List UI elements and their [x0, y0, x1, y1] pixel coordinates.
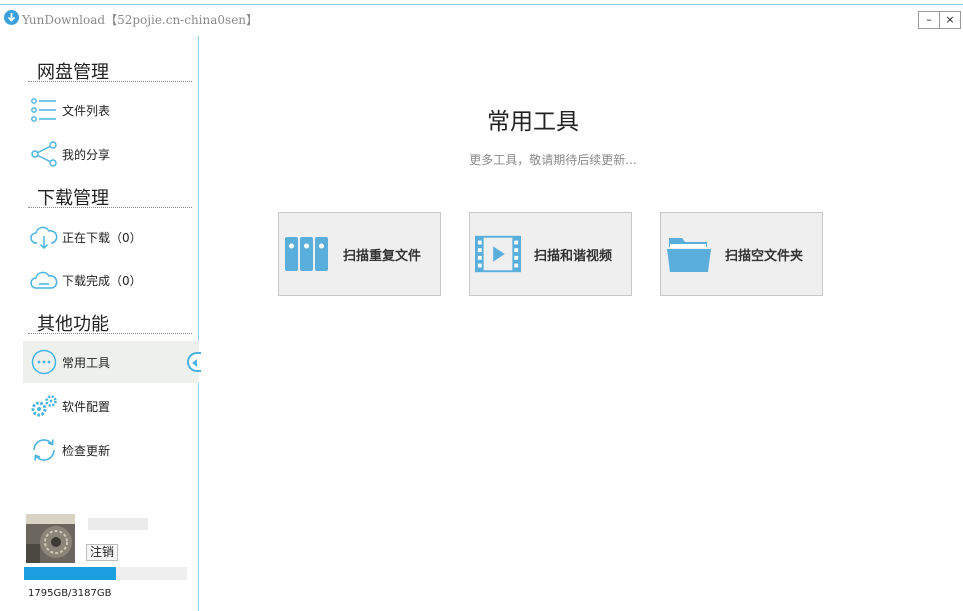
scan-duplicate-files-button[interactable]: 扫描重复文件: [278, 212, 441, 296]
avatar[interactable]: [26, 514, 75, 563]
section-title-download: 下载管理: [28, 184, 192, 209]
window-top-border: [0, 4, 963, 5]
page-subtitle: 更多工具，敬请期待后续更新...: [469, 153, 637, 167]
tool-label: 扫描重复文件: [343, 248, 422, 264]
binders-icon: [284, 231, 330, 277]
cloud-done-icon: [30, 266, 58, 294]
sidebar-item-label: 常用工具: [62, 355, 111, 370]
scan-video-button[interactable]: 扫描和谐视频: [469, 212, 632, 296]
window-title: YunDownload【52pojie.cn-china0sen】: [22, 13, 259, 27]
sidebar-item-my-share[interactable]: 我的分享: [23, 133, 199, 175]
section-title-netdisk: 网盘管理: [28, 58, 192, 83]
tool-label: 扫描和谐视频: [534, 248, 613, 264]
more-icon: [30, 348, 58, 376]
scan-empty-folders-button[interactable]: 扫描空文件夹: [660, 212, 823, 296]
sidebar-item-completed[interactable]: 下载完成（0）: [23, 259, 199, 301]
refresh-icon: [30, 436, 58, 464]
cloud-download-icon: [30, 223, 58, 251]
storage-progress-fill: [24, 567, 116, 580]
minimize-button[interactable]: –: [918, 11, 940, 29]
sidebar-item-label: 下载完成（0）: [62, 273, 142, 288]
sidebar-item-downloading[interactable]: 正在下载（0）: [23, 216, 199, 258]
tool-label: 扫描空文件夹: [725, 248, 804, 264]
sidebar-item-label: 正在下载（0）: [62, 230, 142, 245]
sidebar-item-file-list[interactable]: 文件列表: [23, 89, 199, 131]
gears-icon: [30, 392, 58, 420]
video-icon: [475, 231, 521, 277]
username-redacted: [88, 518, 148, 530]
share-icon: [30, 140, 58, 168]
sidebar-item-check-update[interactable]: 检查更新: [23, 429, 199, 471]
active-indicator: [187, 352, 201, 372]
user-panel: 注销: [26, 514, 196, 564]
section-title-other: 其他功能: [28, 310, 192, 335]
list-icon: [30, 96, 58, 124]
title-bar: YunDownload【52pojie.cn-china0sen】: [0, 6, 963, 32]
page-title: 常用工具: [487, 109, 579, 135]
sidebar-item-label: 检查更新: [62, 443, 111, 458]
sidebar-item-label: 我的分享: [62, 147, 111, 162]
sidebar-item-settings[interactable]: 软件配置: [23, 385, 199, 427]
sidebar-item-label: 文件列表: [62, 103, 111, 118]
storage-progress-bar: [24, 567, 187, 580]
logout-button[interactable]: 注销: [86, 544, 119, 561]
window-controls: – ×: [918, 11, 961, 29]
storage-usage-text: 1795GB/3187GB: [28, 588, 112, 599]
download-arrow-icon: [4, 10, 19, 25]
sidebar-item-common-tools[interactable]: 常用工具: [23, 341, 199, 383]
folder-icon: [666, 231, 712, 277]
sidebar-item-label: 软件配置: [62, 399, 111, 414]
close-button[interactable]: ×: [939, 11, 961, 29]
